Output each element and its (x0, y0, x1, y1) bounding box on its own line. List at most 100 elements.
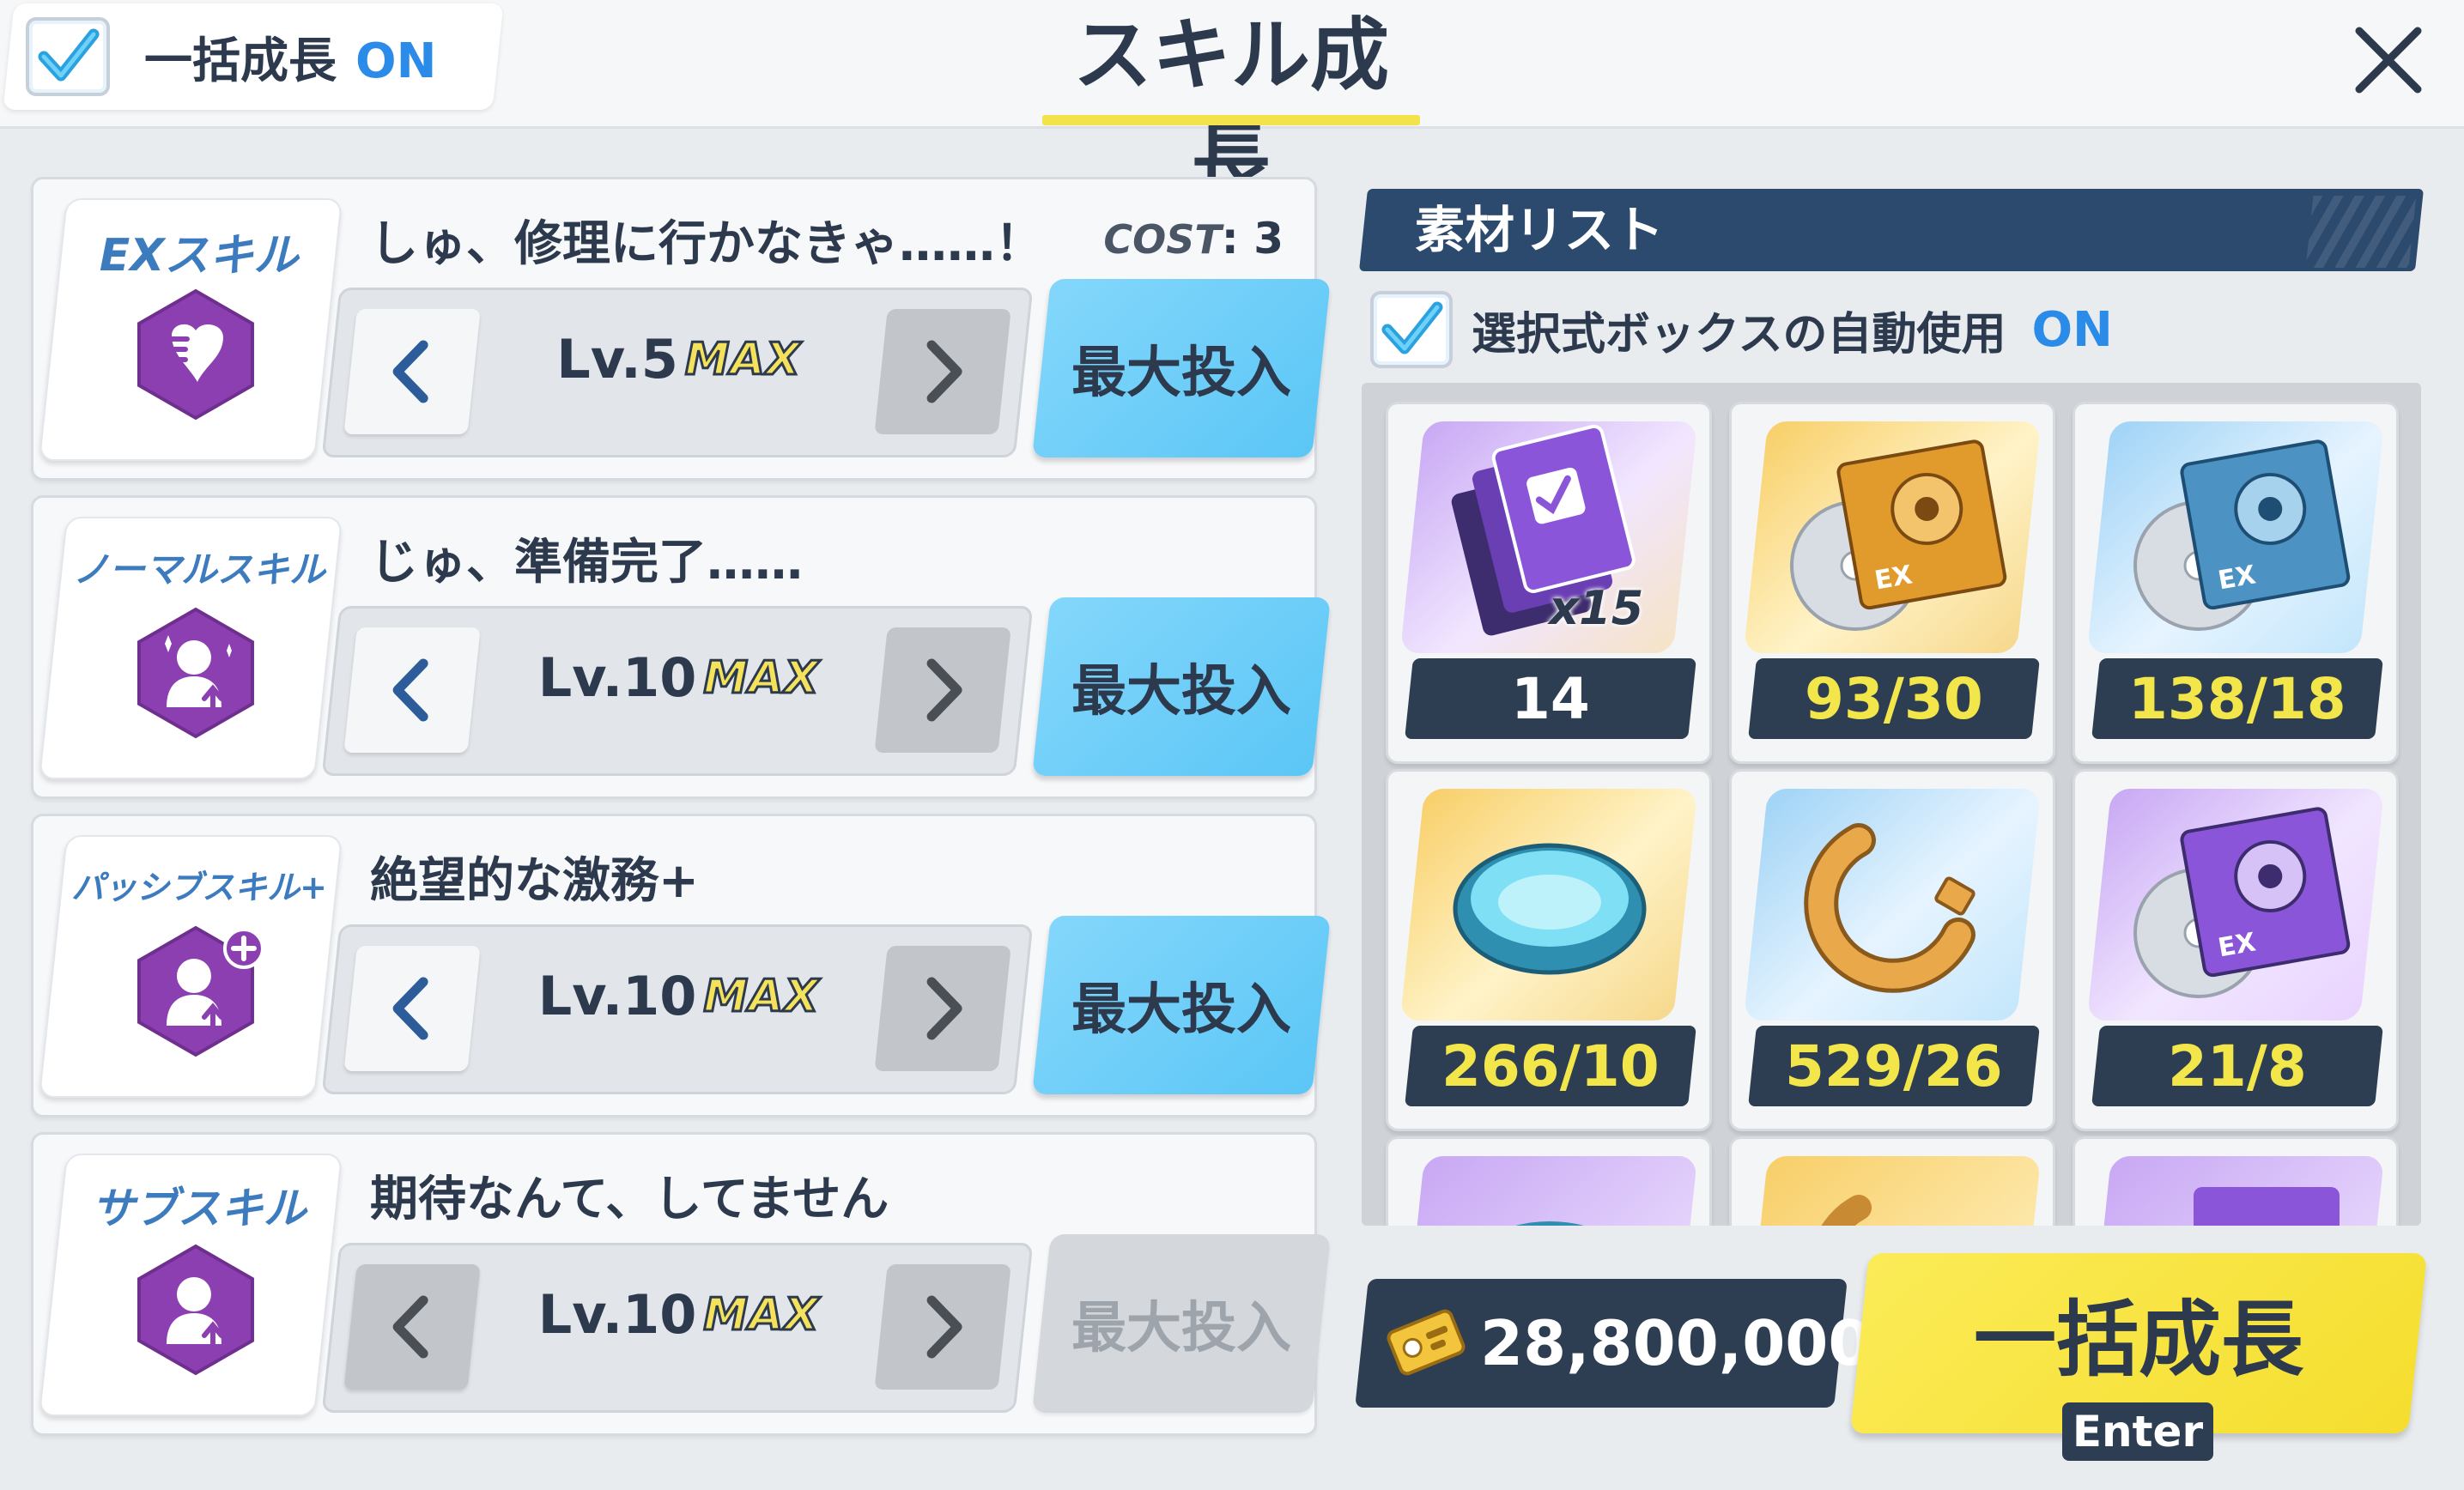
max-badge: MAX (683, 332, 802, 386)
bulk-grow-label[interactable]: 一括成長 (1860, 1267, 2418, 1413)
skill-card-normal: ノーマルスキル じゅ、準備完了…… Lv.10 MAX 最大投入 (31, 495, 1331, 799)
cost-label: COST (1103, 216, 1222, 263)
level-next-button[interactable] (874, 627, 1011, 753)
skill-type-label: パッシブスキル+ (71, 869, 327, 906)
chevron-right-icon (926, 658, 962, 722)
level-prev-button[interactable] (343, 627, 481, 753)
enter-key-hint: Enter (2062, 1402, 2213, 1461)
chevron-right-icon (926, 977, 962, 1040)
material-count: 21/8 (2168, 1033, 2307, 1099)
level-value: Lv.10 (537, 1283, 697, 1346)
broken-ring-icon (1808, 1195, 1971, 1226)
material-multiplier: x15 (1549, 581, 1644, 635)
skill-name: じゅ、準備完了…… (370, 535, 803, 591)
max-invest-label: 最大投入 (1071, 342, 1291, 405)
chevron-left-icon (392, 658, 428, 722)
level-display: Lv.10 MAX (489, 1283, 869, 1346)
skill-card-ex: EXスキル しゅ、修理に行かなきゃ……！ COST: 3 Lv.5 MAX 最大… (31, 177, 1331, 481)
level-display: Lv.10 MAX (489, 646, 869, 709)
passive-skill-icon (137, 925, 264, 1057)
max-badge: MAX (702, 969, 821, 1023)
max-invest-button[interactable]: 最大投入 (1032, 279, 1331, 457)
skill-type-label: EXスキル (99, 230, 299, 282)
skill-cost: COST: 3 (1103, 214, 1284, 263)
level-selector: Lv.10 MAX (321, 924, 1034, 1094)
skill-icon-box: サブスキル (38, 1154, 343, 1416)
material-item[interactable]: EX 138/18 (2073, 402, 2399, 764)
material-item[interactable]: EX 21/8 (2073, 769, 2399, 1131)
skill-icon-box: パッシブスキル+ (38, 835, 343, 1098)
material-item[interactable] (1729, 1136, 2055, 1226)
auto-use-checkbox[interactable] (1370, 291, 1453, 368)
svg-text:EX: EX (2216, 927, 2258, 963)
material-item[interactable] (1386, 1136, 1712, 1226)
skill-type-label: サブスキル (91, 1184, 306, 1233)
skill-card-passive: パッシブスキル+ 絶望的な激務+ Lv.10 MAX 最大投入 (31, 814, 1331, 1118)
material-item[interactable]: EX 93/30 (1729, 402, 2055, 764)
material-count: 266/10 (1441, 1033, 1660, 1099)
ex-disc-blue-icon: EX (2133, 439, 2351, 631)
skill-icon-box: EXスキル (38, 198, 343, 461)
material-count: 529/26 (1785, 1033, 2003, 1099)
credits-value: 28,800,000 (1480, 1307, 1872, 1379)
material-item[interactable]: x15 14 (1386, 402, 1712, 764)
max-invest-button[interactable]: 最大投入 (1032, 597, 1331, 776)
bulk-growth-state: ON (355, 33, 437, 89)
checkmark-icon (1381, 301, 1443, 354)
ex-skill-icon (137, 288, 254, 421)
skill-name: 期待なんて、してません (370, 1172, 889, 1227)
skill-card-sub: サブスキル 期待なんて、してません Lv.10 MAX 最大投入 (31, 1132, 1331, 1436)
auto-use-state: ON (2031, 301, 2113, 358)
chevron-right-icon (926, 1295, 962, 1359)
level-selector: Lv.10 MAX (321, 606, 1034, 776)
material-count: 93/30 (1805, 665, 1983, 732)
svg-text:EX: EX (2216, 560, 2258, 596)
material-item[interactable]: 266/10 (1386, 769, 1712, 1131)
level-prev-button[interactable] (343, 309, 481, 434)
level-selector: Lv.10 MAX (321, 1243, 1034, 1413)
ex-disc-purple-icon (2194, 1187, 2340, 1226)
skill-icon-box: ノーマルスキル (38, 517, 343, 779)
skill-type-label: ノーマルスキル (72, 548, 325, 591)
checkmark-icon (38, 28, 100, 82)
level-next-button[interactable] (874, 309, 1011, 434)
bulk-growth-label: 一括成長 (144, 33, 337, 89)
svg-text:EX: EX (1872, 560, 1915, 596)
chevron-left-icon (392, 1295, 428, 1359)
credit-icon (1387, 1309, 1466, 1376)
materials-grid[interactable]: x15 14 EX 93/30 EX 138/18 266/10 529/26 … (1362, 383, 2421, 1226)
level-next-button[interactable] (874, 946, 1011, 1071)
bulk-growth-checkbox[interactable] (26, 17, 110, 96)
sub-skill-icon (137, 1244, 254, 1376)
close-button[interactable] (2346, 17, 2431, 103)
level-selector: Lv.5 MAX (321, 288, 1034, 457)
cost-value: : 3 (1221, 214, 1284, 263)
chevron-left-icon (392, 340, 428, 403)
material-count: 14 (1511, 665, 1590, 732)
level-display: Lv.10 MAX (489, 965, 869, 1027)
level-next-button[interactable] (874, 1264, 1011, 1390)
max-invest-label: 最大投入 (1071, 660, 1291, 724)
ex-disc-purple-icon: EX (2133, 807, 2351, 998)
broken-ring-icon (1804, 823, 1975, 993)
material-count: 138/18 (2128, 665, 2346, 732)
close-icon (2355, 27, 2422, 94)
material-item[interactable]: 529/26 (1729, 769, 2055, 1131)
max-invest-button[interactable]: 最大投入 (1032, 916, 1331, 1094)
max-badge: MAX (702, 651, 821, 705)
normal-skill-icon (137, 607, 254, 739)
material-item[interactable] (2073, 1136, 2399, 1226)
page-title: スキル成長 (1072, 9, 1389, 206)
max-invest-button[interactable]: 最大投入 (1032, 1234, 1331, 1413)
bulk-growth-toggle[interactable]: 一括成長 ON (3, 3, 504, 110)
auto-use-toggle[interactable]: 選択式ボックスの自動使用 ON (1370, 290, 2113, 369)
level-value: Lv.5 (556, 328, 678, 391)
max-badge: MAX (702, 1287, 821, 1342)
title-underline (1042, 115, 1420, 125)
level-prev-button[interactable] (343, 1264, 481, 1390)
blue-bowl-icon (1453, 843, 1647, 975)
auto-use-label: 選択式ボックスの自動使用 (1472, 308, 2006, 360)
skill-name: 絶望的な激務+ (370, 853, 699, 909)
level-prev-button[interactable] (343, 946, 481, 1071)
max-invest-label: 最大投入 (1071, 1297, 1291, 1360)
